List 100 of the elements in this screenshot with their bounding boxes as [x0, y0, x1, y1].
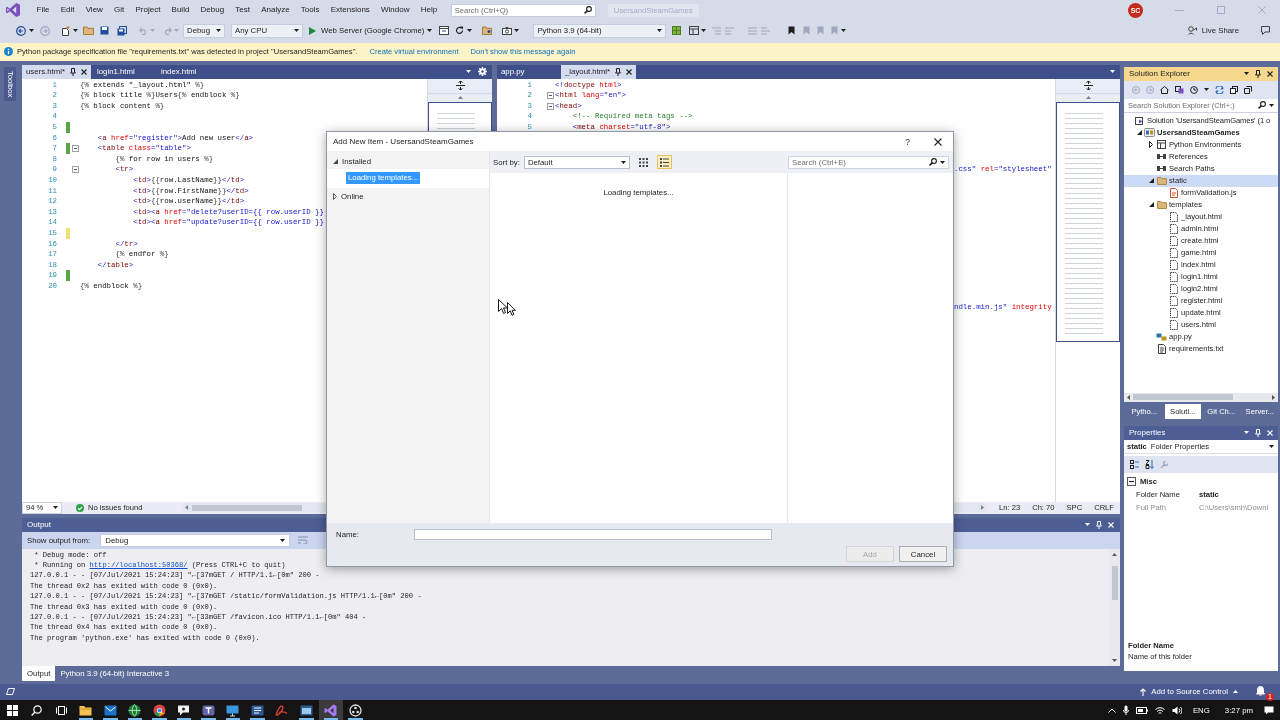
caret-icon[interactable]: [427, 29, 433, 33]
split-icon[interactable]: [455, 81, 465, 91]
categorized-icon[interactable]: [1130, 459, 1139, 469]
switch-views-icon[interactable]: [1175, 85, 1184, 94]
folder-icon[interactable]: [482, 26, 493, 36]
menu-item[interactable]: Analyze: [255, 0, 296, 20]
pages-icon[interactable]: [1244, 85, 1252, 94]
expanded-arrow-icon[interactable]: [1136, 130, 1142, 136]
caret-icon[interactable]: [53, 506, 58, 510]
caret-icon[interactable]: [1204, 88, 1209, 92]
close-icon[interactable]: [626, 68, 633, 75]
caret-icon[interactable]: [1269, 444, 1274, 448]
caret-icon[interactable]: [29, 29, 34, 33]
feedback-icon[interactable]: [1261, 26, 1270, 36]
app-logo-icon[interactable]: [6, 3, 20, 17]
search-icon[interactable]: [583, 6, 592, 14]
caret-icon[interactable]: [701, 29, 707, 33]
battery-icon[interactable]: [1135, 706, 1148, 714]
menu-item[interactable]: Build: [165, 0, 195, 20]
caret-icon[interactable]: [294, 29, 299, 33]
help-button[interactable]: ?: [905, 136, 910, 147]
scroll-right-icon[interactable]: [1272, 394, 1275, 400]
search-icon[interactable]: [31, 704, 43, 716]
menu-item[interactable]: Extensions: [325, 0, 376, 20]
caret-icon[interactable]: [514, 29, 520, 33]
camera-icon[interactable]: [502, 26, 513, 35]
speaker-icon[interactable]: [1171, 705, 1182, 715]
back-icon[interactable]: [16, 25, 26, 36]
caret-icon[interactable]: [280, 538, 286, 542]
save-all-icon[interactable]: [117, 25, 127, 36]
caret-icon[interactable]: [467, 29, 473, 33]
collapse-icon[interactable]: [546, 102, 554, 110]
pin-icon[interactable]: [1255, 69, 1261, 78]
caret-icon[interactable]: [1244, 431, 1249, 435]
package-icon[interactable]: [672, 26, 682, 36]
caret-icon[interactable]: [466, 70, 471, 74]
split-icon[interactable]: [1083, 81, 1093, 91]
chevron-up-icon[interactable]: [1107, 707, 1116, 713]
bell-icon[interactable]: [1256, 685, 1265, 696]
wifi-icon[interactable]: [1154, 705, 1165, 715]
collapse-icon[interactable]: [71, 144, 79, 152]
scroll-down-icon[interactable]: [1112, 658, 1117, 662]
menu-item[interactable]: Project: [129, 0, 166, 20]
collapsed-arrow-icon[interactable]: [1149, 141, 1153, 149]
code-minimap[interactable]: [1056, 101, 1120, 342]
view-toggle-button[interactable]: [656, 155, 672, 169]
save-icon[interactable]: [100, 26, 109, 36]
clock-icon[interactable]: [1190, 85, 1198, 94]
caret-up-icon[interactable]: [1233, 690, 1238, 694]
refresh-icon[interactable]: [455, 26, 465, 36]
taskbar-button[interactable]: [318, 700, 343, 720]
menu-item[interactable]: View: [80, 0, 109, 20]
caret-icon[interactable]: [657, 29, 663, 33]
menu-item[interactable]: Window: [375, 0, 416, 20]
menu-item[interactable]: Test: [229, 0, 256, 20]
microphone-icon[interactable]: [1122, 705, 1129, 715]
caret-icon[interactable]: [620, 160, 626, 164]
menu-item[interactable]: Debug: [194, 0, 230, 20]
collapse-icon[interactable]: [546, 92, 554, 99]
caret-icon[interactable]: [940, 160, 945, 164]
close-icon[interactable]: [81, 68, 87, 75]
caret-icon[interactable]: [73, 29, 78, 33]
caret-icon[interactable]: [1085, 523, 1090, 527]
windows-logo-icon[interactable]: [6, 704, 18, 716]
expanded-arrow-icon[interactable]: [1148, 202, 1154, 208]
name-input[interactable]: [414, 528, 772, 540]
caret-icon[interactable]: [841, 29, 847, 33]
collapse-icon[interactable]: [1127, 477, 1136, 487]
scroll-up-icon[interactable]: [1112, 552, 1117, 556]
task-view-icon[interactable]: [55, 704, 67, 716]
pin-icon[interactable]: [615, 67, 622, 76]
menu-item[interactable]: Edit: [55, 0, 81, 20]
pin-icon[interactable]: [70, 67, 76, 76]
caret-icon[interactable]: [1269, 103, 1274, 107]
collapse-icon[interactable]: [71, 166, 79, 174]
folder-icon[interactable]: [83, 26, 94, 36]
layout-icon[interactable]: [689, 26, 700, 36]
expanded-arrow-icon[interactable]: [333, 158, 338, 164]
window-icon[interactable]: [439, 26, 450, 36]
sort-icon[interactable]: [1145, 459, 1154, 469]
message-icon[interactable]: [1264, 705, 1274, 715]
menu-item[interactable]: File: [31, 0, 56, 20]
menu-item[interactable]: Tools: [295, 0, 326, 20]
scroll-left-icon[interactable]: [185, 505, 189, 511]
gear-icon[interactable]: [478, 67, 487, 77]
vertical-scrollbar[interactable]: [1109, 548, 1120, 666]
caret-icon[interactable]: [1110, 70, 1115, 74]
scroll-left-icon[interactable]: [1127, 394, 1130, 400]
scroll-right-icon[interactable]: [981, 505, 985, 511]
close-icon[interactable]: [934, 137, 942, 146]
menu-item[interactable]: Help: [415, 0, 443, 20]
menu-item[interactable]: Git: [108, 0, 130, 20]
horizontal-scrollbar[interactable]: [1124, 392, 1278, 402]
caret-icon[interactable]: [216, 29, 221, 33]
collapsed-arrow-icon[interactable]: [333, 192, 337, 200]
expanded-arrow-icon[interactable]: [1148, 178, 1154, 184]
home-icon[interactable]: [1160, 85, 1169, 94]
new-file-icon[interactable]: [61, 25, 71, 36]
caret-icon[interactable]: [1244, 72, 1249, 76]
search-icon[interactable]: [929, 158, 937, 166]
